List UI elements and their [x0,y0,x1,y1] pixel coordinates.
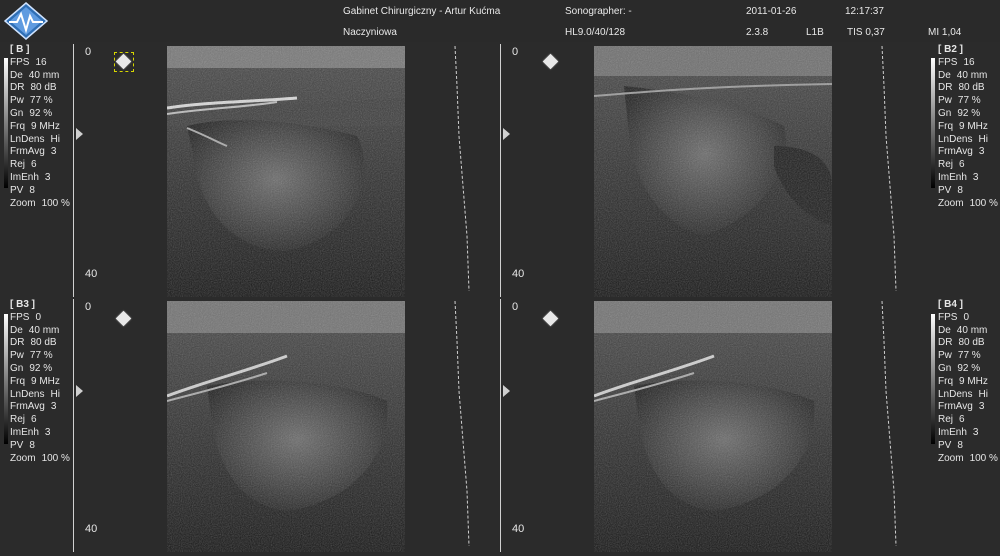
param-row: Zoom 100 % [10,197,70,209]
depth-marker-icon [503,128,510,140]
depth-marker-icon [76,128,83,140]
param-row: PV 8 [10,184,35,196]
param-row: De 40 mm [938,324,988,336]
param-row: Pw 77 % [10,350,53,362]
param-row: Gn 92 % [938,362,981,374]
param-row: LnDens Hi [938,133,988,145]
param-row: FrmAvg 3 [938,146,985,158]
param-row: Zoom 100 % [938,452,998,464]
param-row: Zoom 100 % [938,197,998,209]
param-row: Rej 6 [938,414,965,426]
param-row: FPS 0 [10,311,42,323]
param-row: Pw 77 % [10,95,53,107]
ultrasound-panel-b2[interactable]: 0 40 [500,44,926,297]
param-row: Pw 77 % [938,95,981,107]
mode-code: L1B [806,27,824,38]
param-row: FPS 0 [938,311,970,323]
panel-title: [ B ] [10,44,30,55]
probe-info: HL9.0/40/128 [565,27,626,38]
ultrasound-image[interactable] [167,46,405,297]
ultrasound-image[interactable] [594,46,832,297]
depth-top-label: 0 [512,46,519,58]
param-row: ImEnh 3 [938,426,979,438]
panel-title: [ B4 ] [938,299,963,310]
param-row: Frq 9 MHz [938,120,988,132]
param-row: FrmAvg 3 [10,146,57,158]
param-row: DR 80 dB [938,82,985,94]
param-row: Zoom 100 % [10,452,70,464]
param-row: Gn 92 % [10,362,53,374]
param-row: FPS 16 [938,56,975,68]
param-row: Rej 6 [10,159,37,171]
exam-time: 12:17:37 [845,6,884,17]
ultrasound-logo-icon [3,2,49,40]
param-row: ImEnh 3 [938,171,979,183]
param-row: Gn 92 % [10,107,53,119]
panel-title: [ B3 ] [10,299,35,310]
params-b3: [ B3 ] FPS 0 De 40 mm DR 80 dB Pw 77 % Gn 92 … [10,299,70,465]
ultrasound-panel-b4[interactable]: 0 40 [500,299,926,552]
param-row: Frq 9 MHz [10,120,60,132]
param-row: LnDens Hi [10,133,60,145]
grayscale-bar [931,58,935,188]
exam-date: 2011-01-26 [746,6,797,17]
depth-bottom-label: 40 [85,268,98,280]
ultrasound-image[interactable] [594,301,832,552]
panel-title: [ B2 ] [938,44,963,55]
depth-bottom-label: 40 [85,523,98,535]
software-version: 2.3.8 [746,27,769,38]
param-row: De 40 mm [10,69,60,81]
param-row: PV 8 [938,184,963,196]
tgc-curve [454,46,470,292]
tgc-curve [454,301,470,547]
param-row: FrmAvg 3 [938,401,985,413]
param-row: DR 80 dB [10,82,57,94]
ultrasound-panel-b3[interactable]: 0 40 [73,299,499,552]
ultrasound-image[interactable] [167,301,405,552]
tgc-curve [881,46,897,292]
params-b: [ B ] FPS 16 De 40 mm DR 80 dB Pw 77 % Gn 92 … [10,44,70,210]
tgc-curve [881,301,897,547]
param-row: De 40 mm [10,324,60,336]
mi-value: MI 1,04 [928,27,962,38]
depth-top-label: 0 [85,46,92,58]
header-bar: Gabinet Chirurgiczny - Artur Kućma Naczy… [0,0,1000,42]
param-row: Frq 9 MHz [938,375,988,387]
sonographer-label: Sonographer: - [565,6,632,17]
param-row: ImEnh 3 [10,426,51,438]
params-b4: [ B4 ] FPS 0 De 40 mm DR 80 dB Pw 77 % Gn 92 … [938,299,998,465]
param-row: LnDens Hi [10,388,60,400]
param-row: LnDens Hi [938,388,988,400]
param-row: PV 8 [10,439,35,451]
param-row: FrmAvg 3 [10,401,57,413]
grayscale-bar [4,58,8,188]
param-row: Frq 9 MHz [10,375,60,387]
param-row: Pw 77 % [938,350,981,362]
grayscale-bar [4,314,8,444]
depth-marker-icon [76,385,83,397]
param-row: De 40 mm [938,69,988,81]
depth-bottom-label: 40 [512,523,525,535]
ultrasound-panel-b[interactable]: 0 40 [73,44,499,297]
tis-value: TIS 0,37 [847,27,885,38]
param-row: FPS 16 [10,56,47,68]
param-row: DR 80 dB [10,337,57,349]
param-row: Gn 92 % [938,107,981,119]
grayscale-bar [931,314,935,444]
depth-marker-icon [503,385,510,397]
param-row: Rej 6 [938,159,965,171]
depth-top-label: 0 [85,301,92,313]
depth-bottom-label: 40 [512,268,525,280]
param-row: Rej 6 [10,414,37,426]
params-b2: [ B2 ] FPS 16 De 40 mm DR 80 dB Pw 77 % Gn 92… [938,44,998,210]
clinic-name: Gabinet Chirurgiczny - Artur Kućma [343,6,501,17]
param-row: PV 8 [938,439,963,451]
param-row: DR 80 dB [938,337,985,349]
depth-top-label: 0 [512,301,519,313]
param-row: ImEnh 3 [10,171,51,183]
exam-type: Naczyniowa [343,27,397,38]
